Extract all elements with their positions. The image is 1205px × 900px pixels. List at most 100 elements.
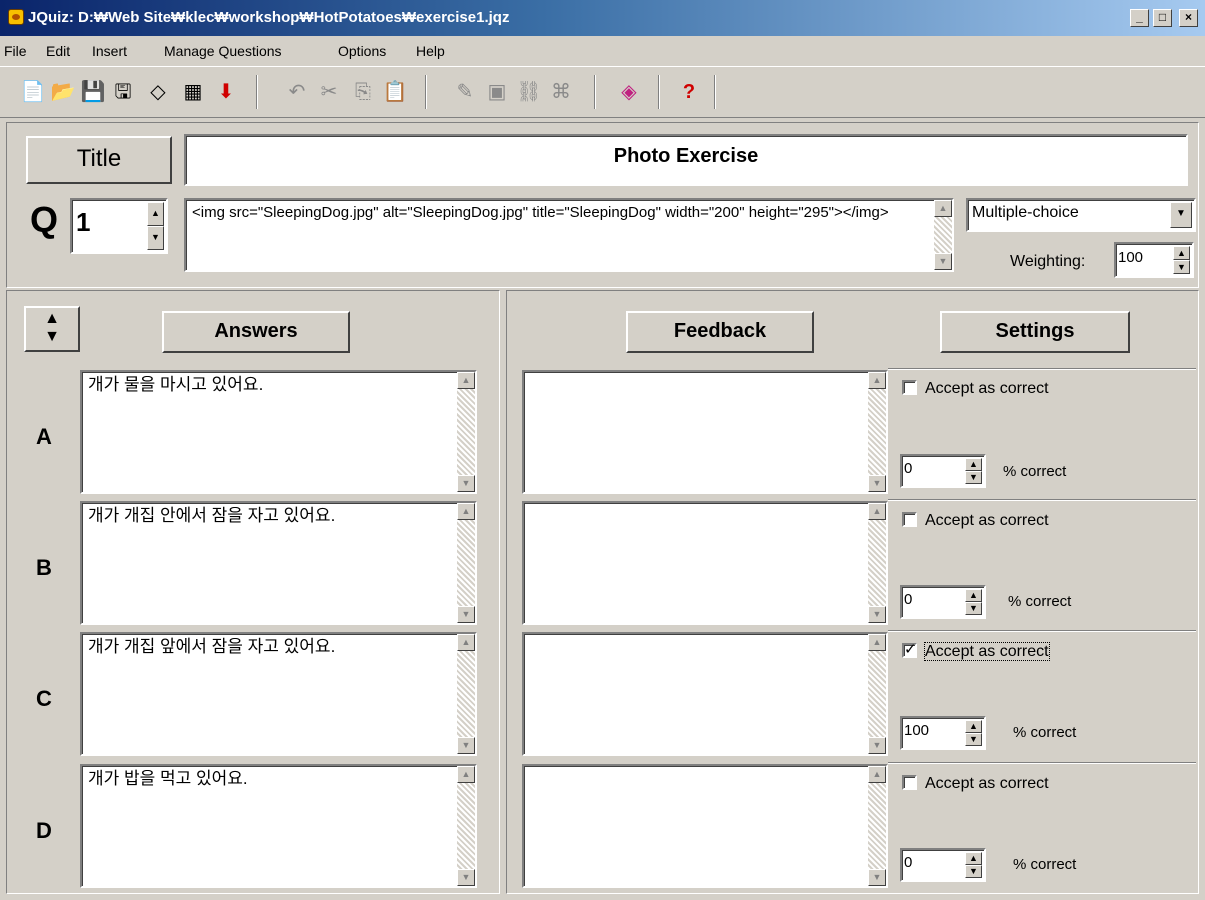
scroll-up-icon[interactable]: ▲ (934, 200, 952, 217)
copy-icon[interactable]: ⎘ (350, 79, 376, 105)
spin-down-icon[interactable]: ▼ (965, 865, 982, 878)
close-button[interactable]: × (1179, 9, 1198, 27)
maximize-button[interactable]: □ (1153, 9, 1172, 27)
answer-text-field[interactable]: 개가 물을 마시고 있어요. ▲ ▼ (80, 370, 477, 494)
menu-file[interactable]: File (4, 43, 27, 59)
insert-link-icon[interactable]: ⛓ (516, 79, 542, 105)
question-number-spinner[interactable]: 1 ▲ ▼ (70, 198, 168, 254)
scroll-down-icon[interactable]: ▼ (457, 737, 475, 754)
answer-scrollbar[interactable]: ▲ ▼ (457, 503, 475, 623)
answers-header-button[interactable]: Answers (162, 311, 350, 353)
percent-correct-spinner[interactable]: 100 ▲ ▼ (900, 716, 986, 750)
spin-down-icon[interactable]: ▼ (1173, 260, 1190, 274)
exercise-title-field[interactable]: Photo Exercise (184, 134, 1188, 186)
answer-text-field[interactable]: 개가 밥을 먹고 있어요. ▲ ▼ (80, 764, 477, 888)
scroll-down-icon[interactable]: ▼ (457, 606, 475, 623)
accept-as-correct-checkbox[interactable]: Accept as correct (902, 380, 1049, 398)
menu-manage-questions[interactable]: Manage Questions (164, 43, 282, 59)
answer-text-field[interactable]: 개가 개집 앞에서 잠을 자고 있어요. ▲ ▼ (80, 632, 477, 756)
scroll-up-icon[interactable]: ▲ (457, 766, 475, 783)
title-button[interactable]: Title (26, 136, 172, 184)
chevron-down-icon[interactable]: ▼ (1170, 202, 1192, 228)
scroll-up-icon[interactable]: ▲ (868, 503, 886, 520)
percent-correct-spinner[interactable]: 0 ▲ ▼ (900, 454, 986, 488)
scroll-up-icon[interactable]: ▲ (457, 372, 475, 389)
percent-correct-label: % correct (1003, 463, 1067, 480)
add-text-icon[interactable]: ✎ (452, 79, 478, 105)
new-file-icon[interactable]: 📄 (20, 79, 46, 105)
add-picture-icon[interactable]: ▣ (484, 79, 510, 105)
scroll-down-icon[interactable]: ▼ (457, 869, 475, 886)
feedback-scrollbar[interactable]: ▲ ▼ (868, 503, 886, 623)
scroll-down-icon[interactable]: ▼ (868, 606, 886, 623)
percent-value: 100 (904, 722, 930, 739)
spin-up-icon[interactable]: ▲ (965, 852, 982, 865)
hot-potatoes-app-icon[interactable] (8, 9, 24, 25)
feedback-text-field[interactable]: ▲ ▼ (522, 764, 888, 888)
accept-as-correct-checkbox[interactable]: Accept as correct (902, 640, 1050, 661)
feedback-text-field[interactable]: ▲ ▼ (522, 501, 888, 625)
answer-letter: B (36, 555, 52, 580)
paste-icon[interactable]: 📋 (382, 79, 408, 105)
menu-insert[interactable]: Insert (92, 43, 127, 59)
scroll-up-icon[interactable]: ▲ (457, 503, 475, 520)
percent-correct-spinner[interactable]: 0 ▲ ▼ (900, 585, 986, 619)
reorder-answers-button[interactable]: ▲ ▼ (24, 306, 80, 352)
spin-up-icon[interactable]: ▲ (965, 458, 982, 471)
config-icon[interactable]: ◈ (616, 79, 642, 105)
scroll-down-icon[interactable]: ▼ (934, 253, 952, 270)
undo-icon[interactable]: ↶ (284, 79, 310, 105)
save-icon[interactable]: 💾 (80, 79, 106, 105)
feedback-scrollbar[interactable]: ▲ ▼ (868, 634, 886, 754)
toolbar-separator (594, 75, 596, 109)
answer-text-field[interactable]: 개가 개집 안에서 잠을 자고 있어요. ▲ ▼ (80, 501, 477, 625)
percent-correct-spinner[interactable]: 0 ▲ ▼ (900, 848, 986, 882)
spin-up-icon[interactable]: ▲ (147, 202, 164, 226)
scroll-down-icon[interactable]: ▼ (868, 475, 886, 492)
spin-down-icon[interactable]: ▼ (965, 471, 982, 484)
answer-letter: D (36, 818, 52, 843)
menu-edit[interactable]: Edit (46, 43, 70, 59)
web-page-icon[interactable]: ▦ (180, 79, 206, 105)
feedback-text-field[interactable]: ▲ ▼ (522, 632, 888, 756)
feedback-scrollbar[interactable]: ▲ ▼ (868, 766, 886, 886)
question-scrollbar[interactable]: ▲ ▼ (934, 200, 952, 270)
scroll-down-icon[interactable]: ▼ (457, 475, 475, 492)
cut-icon[interactable]: ✂ (316, 79, 342, 105)
scroll-up-icon[interactable]: ▲ (868, 372, 886, 389)
network-icon[interactable]: ⌘ (548, 79, 574, 105)
spin-down-icon[interactable]: ▼ (147, 226, 164, 250)
menu-options[interactable]: Options (338, 43, 386, 59)
window-title: JQuiz: D:₩Web Site₩klec₩workshop₩HotPota… (28, 9, 510, 26)
spin-up-icon[interactable]: ▲ (965, 589, 982, 602)
scroll-up-icon[interactable]: ▲ (868, 634, 886, 651)
feedback-text-field[interactable]: ▲ ▼ (522, 370, 888, 494)
eraser-icon[interactable]: ◇ (145, 79, 171, 105)
answer-scrollbar[interactable]: ▲ ▼ (457, 634, 475, 754)
spin-up-icon[interactable]: ▲ (1173, 246, 1190, 260)
spin-down-icon[interactable]: ▼ (965, 602, 982, 615)
question-type-select[interactable]: Multiple-choice ▼ (966, 198, 1196, 232)
feedback-scrollbar[interactable]: ▲ ▼ (868, 372, 886, 492)
help-icon[interactable]: ? (676, 79, 702, 105)
answer-scrollbar[interactable]: ▲ ▼ (457, 766, 475, 886)
question-text-field[interactable]: <img src="SleepingDog.jpg" alt="Sleeping… (184, 198, 954, 272)
accept-as-correct-checkbox[interactable]: Accept as correct (902, 775, 1049, 793)
answer-scrollbar[interactable]: ▲ ▼ (457, 372, 475, 492)
scroll-up-icon[interactable]: ▲ (457, 634, 475, 651)
feedback-header-button[interactable]: Feedback (626, 311, 814, 353)
settings-header-button[interactable]: Settings (940, 311, 1130, 353)
save-as-icon[interactable]: 🖫 (110, 79, 136, 105)
window-title-bar[interactable]: JQuiz: D:₩Web Site₩klec₩workshop₩HotPota… (0, 0, 1205, 36)
spin-down-icon[interactable]: ▼ (965, 733, 982, 746)
spin-up-icon[interactable]: ▲ (965, 720, 982, 733)
weighting-spinner[interactable]: 100 ▲ ▼ (1114, 242, 1194, 278)
scroll-up-icon[interactable]: ▲ (868, 766, 886, 783)
open-folder-icon[interactable]: 📂 (50, 79, 76, 105)
menu-help[interactable]: Help (416, 43, 445, 59)
accept-as-correct-checkbox[interactable]: Accept as correct (902, 512, 1049, 530)
minimize-button[interactable]: _ (1130, 9, 1149, 27)
scroll-down-icon[interactable]: ▼ (868, 869, 886, 886)
export-arrow-icon[interactable]: ⬇ (213, 79, 239, 105)
scroll-down-icon[interactable]: ▼ (868, 737, 886, 754)
